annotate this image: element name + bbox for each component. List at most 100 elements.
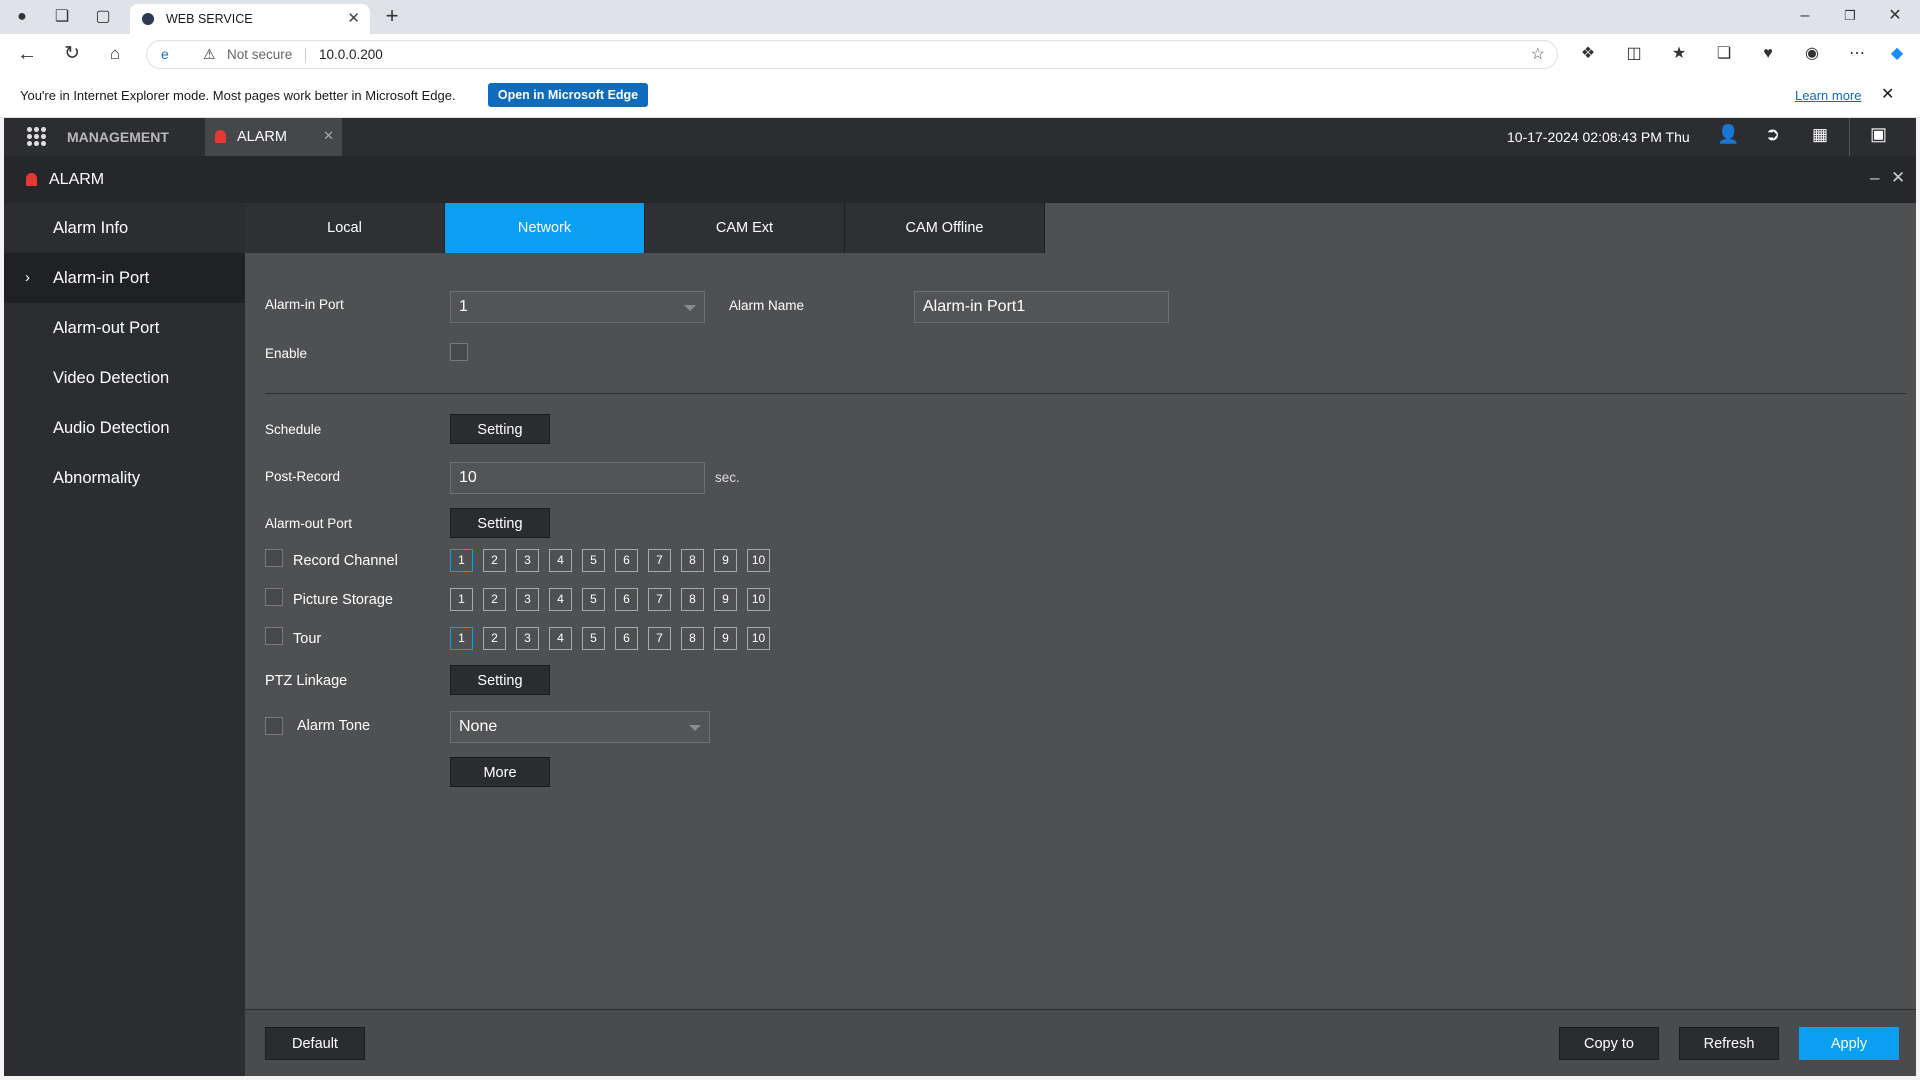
refresh-button[interactable]: Refresh <box>1679 1027 1779 1060</box>
post-record-input[interactable]: 10 <box>450 462 705 494</box>
record-channel-2[interactable]: 2 <box>483 549 506 572</box>
record-channel-checkbox[interactable] <box>265 549 283 567</box>
picture-channel-5[interactable]: 5 <box>582 588 605 611</box>
extensions-icon[interactable]: ❖ <box>1576 42 1600 66</box>
display-icon[interactable]: ▣ <box>1870 124 1887 145</box>
reload-icon[interactable]: ↻ <box>60 42 84 66</box>
schedule-setting-button[interactable]: Setting <box>450 414 550 444</box>
picture-channel-8[interactable]: 8 <box>681 588 704 611</box>
record-channel-10[interactable]: 10 <box>747 549 770 572</box>
enable-checkbox[interactable] <box>450 343 468 361</box>
tour-channel-5[interactable]: 5 <box>582 627 605 650</box>
split-screen-icon[interactable]: ◫ <box>1622 42 1646 66</box>
record-channel-6[interactable]: 6 <box>615 549 638 572</box>
record-channel-3[interactable]: 3 <box>516 549 539 572</box>
qr-code-icon[interactable]: ▦ <box>1812 125 1828 145</box>
learn-more-link[interactable]: Learn more <box>1795 88 1861 103</box>
tour-channel-10[interactable]: 10 <box>747 627 770 650</box>
picture-channel-7[interactable]: 7 <box>648 588 671 611</box>
tab-cam-ext[interactable]: CAM Ext <box>645 203 845 253</box>
sidebar-item-audio-detection[interactable]: Audio Detection <box>4 403 245 453</box>
tour-channel-9[interactable]: 9 <box>714 627 737 650</box>
ie-mode-icon[interactable]: e <box>161 41 169 68</box>
apply-button[interactable]: Apply <box>1799 1027 1899 1060</box>
minimize-window-icon[interactable]: – <box>1793 4 1817 28</box>
record-channel-7[interactable]: 7 <box>648 549 671 572</box>
address-bar[interactable]: e ⚠ Not secure 10.0.0.200 ☆ <box>146 40 1558 69</box>
alarm-tone-value: None <box>459 718 498 735</box>
tour-checkbox[interactable] <box>265 627 283 645</box>
tour-channel-3[interactable]: 3 <box>516 627 539 650</box>
picture-channel-2[interactable]: 2 <box>483 588 506 611</box>
performance-icon[interactable]: ◉ <box>1800 42 1824 66</box>
sidebar-item-alarm-out-port[interactable]: Alarm-out Port <box>4 303 245 353</box>
sidebar-item-video-detection[interactable]: Video Detection <box>4 353 245 403</box>
tour-channel-7[interactable]: 7 <box>648 627 671 650</box>
picture-channel-9[interactable]: 9 <box>714 588 737 611</box>
record-channel-1[interactable]: 1 <box>450 549 473 572</box>
url-text[interactable]: 10.0.0.200 <box>319 41 383 68</box>
profile-icon[interactable]: ● <box>10 5 34 29</box>
sidebar-item-label: Alarm Info <box>53 219 129 237</box>
tab-network[interactable]: Network <box>445 203 645 253</box>
restore-window-icon[interactable]: ❐ <box>1838 4 1862 28</box>
alarm-tone-select[interactable]: None <box>450 711 710 743</box>
management-tab[interactable]: MANAGEMENT <box>67 129 169 145</box>
open-in-edge-button[interactable]: Open in Microsoft Edge <box>488 83 648 107</box>
more-options-icon[interactable]: ⋯ <box>1845 42 1869 66</box>
record-channel-8[interactable]: 8 <box>681 549 704 572</box>
more-button[interactable]: More <box>450 757 550 787</box>
record-channel-5[interactable]: 5 <box>582 549 605 572</box>
record-channel-4[interactable]: 4 <box>549 549 572 572</box>
alarm-name-value: Alarm-in Port1 <box>923 298 1026 315</box>
copy-to-button[interactable]: Copy to <box>1559 1027 1659 1060</box>
grid-menu-icon[interactable] <box>26 126 46 146</box>
ie-mode-notice-bar: You're in Internet Explorer mode. Most p… <box>0 74 1920 118</box>
picture-channel-3[interactable]: 3 <box>516 588 539 611</box>
back-icon[interactable]: ← <box>15 42 39 66</box>
picture-channel-6[interactable]: 6 <box>615 588 638 611</box>
close-alarm-tab-icon[interactable]: ✕ <box>323 128 334 144</box>
tour-channel-8[interactable]: 8 <box>681 627 704 650</box>
sidebar-item-alarm-in-port[interactable]: › Alarm-in Port <box>4 253 245 303</box>
tab-actions-icon[interactable]: ▢ <box>91 5 115 29</box>
user-icon[interactable]: 👤 <box>1717 124 1739 145</box>
browser-tab[interactable]: WEB SERVICE ✕ <box>130 4 370 34</box>
security-label[interactable]: Not secure <box>227 41 292 68</box>
minimize-panel-icon[interactable]: – <box>1870 168 1879 188</box>
close-window-icon[interactable]: ✕ <box>1883 4 1907 28</box>
new-tab-icon[interactable]: + <box>380 4 404 28</box>
picture-channel-1[interactable]: 1 <box>450 588 473 611</box>
sidebar-item-abnormality[interactable]: Abnormality <box>4 453 245 503</box>
browser-essentials-icon[interactable]: ♥ <box>1756 42 1780 66</box>
close-panel-icon[interactable]: ✕ <box>1891 168 1905 188</box>
alarm-out-port-setting-button[interactable]: Setting <box>450 508 550 538</box>
alarm-app-tab[interactable]: ALARM ✕ <box>205 118 342 156</box>
sidebar-item-alarm-info[interactable]: Alarm Info <box>4 203 245 253</box>
alarm-name-input[interactable]: Alarm-in Port1 <box>914 291 1169 323</box>
favorite-star-icon[interactable]: ☆ <box>1531 41 1545 68</box>
tab-cam-offline[interactable]: CAM Offline <box>845 203 1045 253</box>
sidebar-item-label: Alarm-out Port <box>53 319 160 337</box>
close-tab-icon[interactable]: ✕ <box>347 4 360 34</box>
copilot-icon[interactable]: ◆ <box>1885 42 1909 66</box>
picture-channel-10[interactable]: 10 <box>747 588 770 611</box>
collections-icon[interactable]: ❏ <box>1712 42 1736 66</box>
logout-icon[interactable]: ➲ <box>1765 124 1780 145</box>
alarm-in-port-select[interactable]: 1 <box>450 291 705 323</box>
tour-channel-6[interactable]: 6 <box>615 627 638 650</box>
workspaces-icon[interactable]: ❏ <box>50 5 74 29</box>
home-icon[interactable]: ⌂ <box>103 42 127 66</box>
tab-local[interactable]: Local <box>245 203 445 253</box>
picture-channel-4[interactable]: 4 <box>549 588 572 611</box>
favorites-icon[interactable]: ★ <box>1667 42 1691 66</box>
tour-channel-2[interactable]: 2 <box>483 627 506 650</box>
record-channel-9[interactable]: 9 <box>714 549 737 572</box>
tour-channel-1[interactable]: 1 <box>450 627 473 650</box>
picture-storage-checkbox[interactable] <box>265 588 283 606</box>
alarm-tone-checkbox[interactable] <box>265 717 283 735</box>
ptz-linkage-setting-button[interactable]: Setting <box>450 665 550 695</box>
tour-channel-4[interactable]: 4 <box>549 627 572 650</box>
default-button[interactable]: Default <box>265 1027 365 1060</box>
close-notice-icon[interactable]: ✕ <box>1881 84 1894 104</box>
